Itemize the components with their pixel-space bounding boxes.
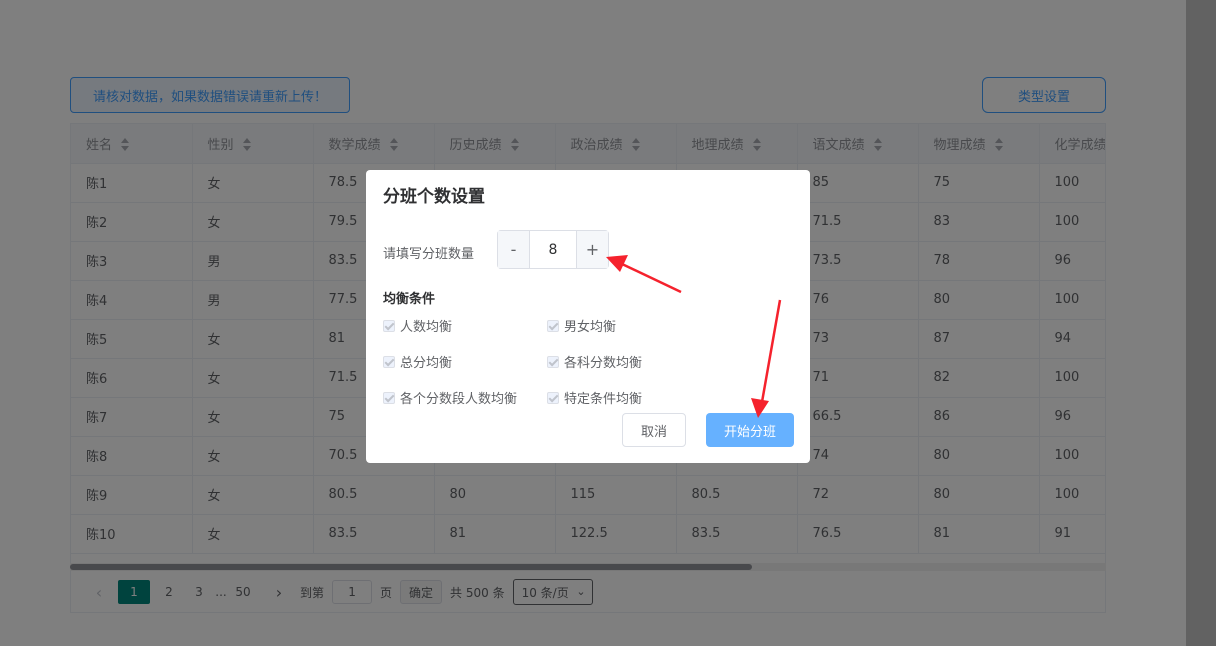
checkbox-specific-condition-balance[interactable]: 特定条件均衡 [547, 388, 642, 407]
check-icon[interactable] [383, 391, 395, 404]
checkbox-subject-score-balance[interactable]: 各科分数均衡 [547, 352, 642, 371]
checkbox-total-score-balance[interactable]: 总分均衡 [383, 352, 452, 371]
checkbox-gender-balance[interactable]: 男女均衡 [547, 316, 616, 335]
decrement-button[interactable]: - [498, 231, 530, 268]
class-count-stepper[interactable]: - 8 + [497, 230, 609, 269]
check-icon[interactable] [547, 319, 559, 332]
check-icon[interactable] [383, 355, 395, 368]
checkbox-score-band-balance[interactable]: 各个分数段人数均衡 [383, 388, 517, 407]
dialog-title: 分班个数设置 [383, 187, 485, 207]
checkbox-label: 总分均衡 [400, 356, 453, 371]
checkbox-label: 各个分数段人数均衡 [400, 392, 518, 407]
checkbox-label: 男女均衡 [564, 320, 617, 335]
checkbox-headcount-balance[interactable]: 人数均衡 [383, 316, 452, 335]
checkbox-label: 特定条件均衡 [564, 392, 643, 407]
check-icon[interactable] [383, 319, 395, 332]
conditions-title: 均衡条件 [383, 292, 436, 307]
increment-button[interactable]: + [576, 231, 608, 268]
class-count-label: 请填写分班数量 [383, 247, 475, 262]
start-grouping-button[interactable]: 开始分班 [706, 413, 794, 447]
checkbox-label: 各科分数均衡 [564, 356, 643, 371]
cancel-button[interactable]: 取消 [622, 413, 686, 447]
check-icon[interactable] [547, 391, 559, 404]
class-count-input[interactable]: 8 [530, 231, 576, 268]
checkbox-label: 人数均衡 [400, 320, 453, 335]
check-icon[interactable] [547, 355, 559, 368]
class-count-dialog: 分班个数设置 请填写分班数量 - 8 + 均衡条件 人数均衡 男女均衡 总分均衡… [366, 170, 810, 463]
